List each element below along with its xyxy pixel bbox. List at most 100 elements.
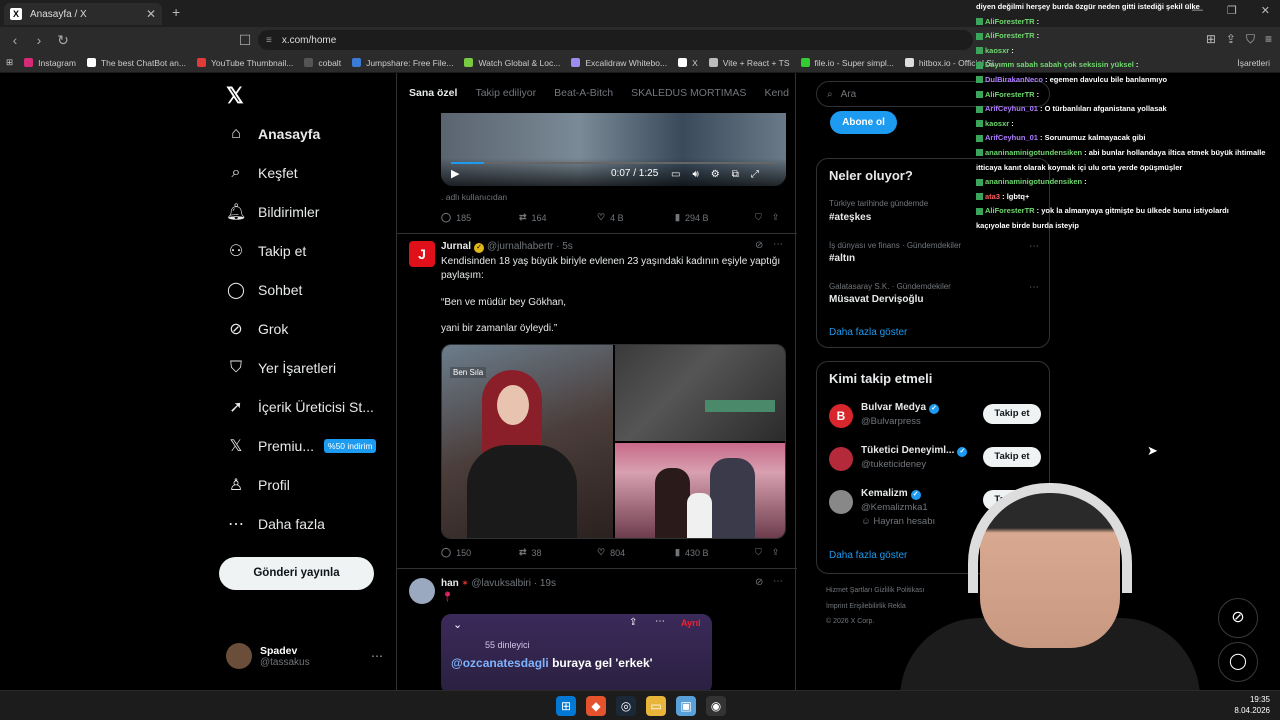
post-button[interactable]: Gönderi yayınla <box>219 557 374 590</box>
more-icon[interactable]: ⋯ <box>773 576 783 587</box>
pip-icon[interactable]: ⧉ <box>732 169 739 180</box>
post-image[interactable] <box>615 443 785 538</box>
nav-premium[interactable]: 𝕏 Premiu... %50 indirim <box>226 435 377 457</box>
more-icon[interactable]: ⋯ <box>655 616 665 627</box>
grok-float-button[interactable]: ⊘ <box>1218 598 1258 638</box>
bookmark-post-icon[interactable]: ⛉ <box>755 547 762 558</box>
steam-icon[interactable]: ◎ <box>616 696 636 716</box>
nav-explore[interactable]: ⌕ Keşfet <box>226 162 298 184</box>
file-explorer-icon[interactable]: ▭ <box>646 696 666 716</box>
like-button[interactable]: ♡ 4 B <box>597 212 675 223</box>
nav-follow[interactable]: ⚇ Takip et <box>226 240 306 262</box>
account-switcher[interactable]: Spadev @tassakus <box>226 643 310 669</box>
apps-icon[interactable]: ⊞ <box>6 57 13 68</box>
taskbar-apps: ⊞ ◆ ◎ ▭ ▣ ◉ <box>556 696 726 716</box>
author-handle[interactable]: @jurnalhabertr · 5s <box>487 241 573 252</box>
captions-icon[interactable]: ▭ <box>671 169 680 180</box>
leave-space-button[interactable]: Ayrıl <box>681 618 701 628</box>
views-button[interactable]: ▮ 294 B <box>675 212 755 223</box>
bookmark-item[interactable]: Watch Global & Loc... <box>464 58 560 68</box>
brave-browser-icon[interactable]: ◆ <box>586 696 606 716</box>
settings-icon[interactable]: ⚙ <box>711 169 720 180</box>
video-player[interactable]: ▶ 0:07 / 1:25 ▭ 🔊︎ ⚙ ⧉ ⤢ <box>441 113 786 186</box>
views-button[interactable]: ▮ 430 B <box>675 547 755 558</box>
follow-button[interactable]: Takip et <box>983 404 1041 424</box>
bookmark-item[interactable]: YouTube Thumbnail... <box>196 58 293 68</box>
repost-button[interactable]: ⇄ 38 <box>519 547 597 558</box>
bookmark-item[interactable]: cobalt <box>304 58 341 68</box>
obs-icon[interactable]: ◉ <box>706 696 726 716</box>
bookmark-item[interactable]: Jumpshare: Free File... <box>352 58 453 68</box>
post-image-grid[interactable]: Ben Sıla <box>441 344 786 539</box>
close-tab-icon[interactable]: ✕ <box>146 7 156 21</box>
volume-icon[interactable]: 🔊︎ <box>692 169 698 180</box>
grok-post-icon[interactable]: ⊘ <box>755 240 763 251</box>
trend-name[interactable]: Müsavat Dervişoğlu <box>829 294 923 305</box>
space-mention[interactable]: @ozcanatesdagli <box>451 656 549 670</box>
share-post-icon[interactable]: ⇪ <box>772 547 780 558</box>
like-button[interactable]: ♡ 804 <box>597 547 675 558</box>
author-name[interactable]: han <box>441 578 459 589</box>
avatar[interactable]: J <box>409 241 435 267</box>
account-more-icon[interactable]: ⋯ <box>371 649 383 663</box>
bookmark-item[interactable]: X <box>678 58 698 68</box>
bookmark-post-icon[interactable]: ⛉ <box>755 212 762 223</box>
trend-name[interactable]: #ateşkes <box>829 212 871 223</box>
new-tab-icon[interactable]: + <box>172 4 180 20</box>
tab-for-you[interactable]: Sana özel <box>409 87 457 99</box>
follow-button[interactable]: Takip et <box>983 447 1041 467</box>
x-logo-icon[interactable]: 𝕏 <box>226 83 244 109</box>
author-handle[interactable]: @lavuksalbiri · 19s <box>471 578 556 589</box>
tab-list[interactable]: SKALEDUS MORTIMAS <box>631 87 746 99</box>
reply-button[interactable]: ◯ 150 <box>441 547 519 558</box>
nav-notifications[interactable]: 🔔︎ Bildirimler <box>226 201 319 223</box>
play-icon[interactable]: ▶ <box>451 167 459 180</box>
post-image[interactable] <box>615 345 785 441</box>
fullscreen-icon[interactable]: ⤢ <box>751 169 759 180</box>
bookmark-item[interactable]: Instagram <box>24 58 76 68</box>
space-card[interactable]: ⌄ ⇪ ⋯ Ayrıl 55 dinleyici @ozcanatesdagli… <box>441 614 712 690</box>
more-icon[interactable]: ⋯ <box>773 239 783 250</box>
browser-tab[interactable]: X Anasayfa / X ✕ <box>4 3 162 25</box>
more-icon[interactable]: ⋯ <box>1029 282 1039 293</box>
tab-following[interactable]: Takip ediliyor <box>475 87 536 99</box>
bookmark-item[interactable]: Vite + React + TS <box>708 58 790 68</box>
bookmark-item[interactable]: Excalidraw Whitebo... <box>571 58 667 68</box>
bookmark-item[interactable]: file.io - Super simpl... <box>800 58 894 68</box>
nav-more[interactable]: ⋯ Daha fazla <box>226 513 325 535</box>
address-bar[interactable]: ≡ x.com/home <box>258 30 973 50</box>
share-icon[interactable]: ⇪ <box>629 617 637 628</box>
follow-suggestion[interactable]: B Bulvar Medya ✓ @Bulvarpress Takip et <box>829 402 1041 432</box>
show-more-link[interactable]: Daha fazla göster <box>829 327 907 338</box>
repost-button[interactable]: ⇄ 164 <box>519 212 597 223</box>
back-icon[interactable]: ‹ <box>6 32 24 48</box>
tab-list[interactable]: Kend <box>764 87 789 99</box>
more-icon[interactable]: ⋯ <box>1029 241 1039 252</box>
trend-name[interactable]: #altın <box>829 253 855 264</box>
chevron-down-icon[interactable]: ⌄ <box>453 618 462 631</box>
site-info-icon[interactable]: ≡ <box>266 35 272 46</box>
video-progress[interactable] <box>451 162 776 164</box>
bookmark-page-icon[interactable]: ☐ <box>236 32 254 49</box>
grok-post-icon[interactable]: ⊘ <box>755 577 763 588</box>
photos-icon[interactable]: ▣ <box>676 696 696 716</box>
reply-button[interactable]: ◯ 185 <box>441 212 519 223</box>
share-post-icon[interactable]: ⇪ <box>772 212 780 223</box>
nav-profile[interactable]: ♙ Profil <box>226 474 290 496</box>
nav-chat[interactable]: ◯ Sohbet <box>226 279 302 301</box>
messages-float-button[interactable]: ◯ <box>1218 642 1258 682</box>
subscribe-button[interactable]: Abone ol <box>830 111 897 134</box>
post-image[interactable]: Ben Sıla <box>442 345 613 538</box>
nav-grok[interactable]: ⊘ Grok <box>226 318 288 340</box>
nav-home[interactable]: ⌂ Anasayfa <box>226 123 320 145</box>
windows-start-icon[interactable]: ⊞ <box>556 696 576 716</box>
tab-list[interactable]: Beat-A-Bitch <box>554 87 613 99</box>
avatar[interactable] <box>409 578 435 604</box>
bookmark-item[interactable]: The best ChatBot an... <box>86 58 186 68</box>
system-clock[interactable]: 19:35 8.04.2026 <box>1234 694 1270 716</box>
forward-icon[interactable]: › <box>30 32 48 48</box>
author-name[interactable]: Jurnal <box>441 241 471 252</box>
reload-icon[interactable]: ↻ <box>54 32 72 49</box>
nav-bookmarks[interactable]: ⛉ Yer İşaretleri <box>226 357 336 379</box>
nav-creator-studio[interactable]: ➚ İçerik Üreticisi St... <box>226 396 374 418</box>
